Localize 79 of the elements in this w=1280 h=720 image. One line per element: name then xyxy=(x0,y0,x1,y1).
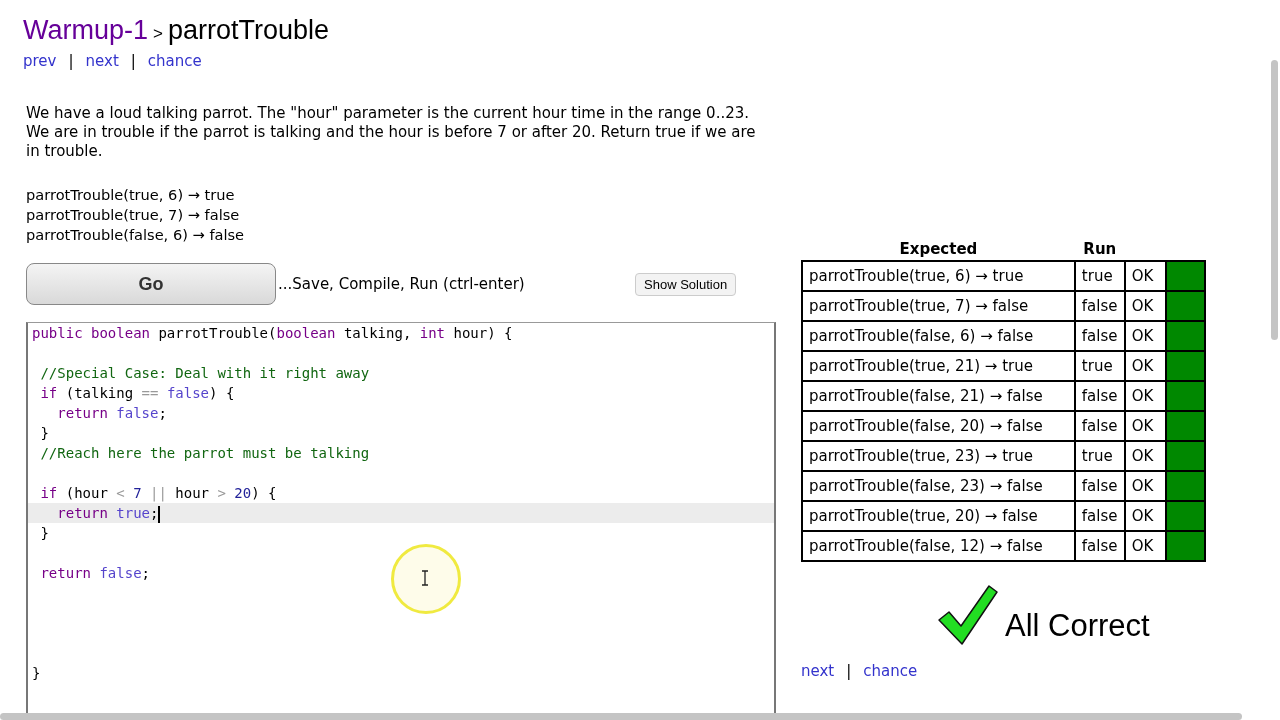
table-cell: parrotTrouble(false, 20) → false xyxy=(802,411,1075,441)
nav-link[interactable]: prev xyxy=(23,50,57,72)
code-token: (hour xyxy=(64,485,109,501)
code-token: ; xyxy=(158,405,167,421)
code-token: if xyxy=(39,385,58,401)
text-cursor-icon xyxy=(421,570,429,586)
code-token: int xyxy=(419,325,446,341)
nav-separator: | xyxy=(68,51,74,72)
example-line: parrotTrouble(true, 6) → true xyxy=(26,185,236,205)
code-token: } xyxy=(39,525,49,541)
code-token: == xyxy=(141,385,159,401)
code-token: false xyxy=(115,405,159,421)
code-token: } xyxy=(32,665,41,681)
example-line: parrotTrouble(true, 7) → false xyxy=(26,205,241,225)
code-token: return xyxy=(56,505,108,521)
nav-separator: | xyxy=(130,51,136,72)
example-line: parrotTrouble(false, 6) → false xyxy=(26,225,246,245)
table-cell: parrotTrouble(false, 6) → false xyxy=(802,321,1075,351)
code-token: return xyxy=(56,405,108,421)
go-hint: ...Save, Compile, Run (ctrl-enter) xyxy=(278,275,526,293)
table-cell: true xyxy=(1074,261,1125,291)
code-token: //Reach here the parrot must be talking xyxy=(39,445,370,461)
nav-link[interactable]: next xyxy=(801,660,835,682)
breadcrumb-separator: > xyxy=(153,24,163,43)
code-token: ; xyxy=(150,505,159,521)
table-cell: false xyxy=(1074,471,1125,501)
code-token: talking, xyxy=(342,325,413,341)
code-token: false xyxy=(165,385,210,401)
scrollbar[interactable] xyxy=(1271,60,1278,340)
code-token: ) { xyxy=(209,385,235,401)
section-link[interactable]: Warmup-1 xyxy=(23,15,149,45)
code-token: boolean xyxy=(90,325,150,341)
table-cell: parrotTrouble(true, 21) → true xyxy=(802,351,1075,381)
problem-title: parrotTrouble xyxy=(167,15,330,45)
code-token: hour) { xyxy=(452,325,513,341)
code-token: true xyxy=(115,505,150,521)
code-token: 20 xyxy=(233,485,252,501)
table-cell: parrotTrouble(true, 23) → true xyxy=(802,441,1075,471)
problem-description: We have a loud talking parrot. The "hour" parameter is the current hour time in the range 0..23. We are in trouble if the parrot is talking and the hour is before 7 or after 20. Return true if we are in trouble. xyxy=(26,104,757,161)
code-token: //Special Case: Deal with it right away xyxy=(39,365,370,381)
code-token: if xyxy=(39,485,58,501)
code-token: > xyxy=(217,485,226,501)
table-cell: parrotTrouble(true, 7) → false xyxy=(802,291,1075,321)
code-token: ; xyxy=(141,565,151,581)
nav-link[interactable]: chance xyxy=(863,660,918,682)
code-token: || xyxy=(149,485,167,501)
code-token: return xyxy=(39,565,91,581)
table-cell: parrotTrouble(false, 12) → false xyxy=(802,531,1075,561)
code-token: } xyxy=(39,425,49,441)
table-cell: false xyxy=(1074,531,1125,561)
table-cell: false xyxy=(1074,381,1125,411)
table-cell: false xyxy=(1074,501,1125,531)
verdict-text: All Correct xyxy=(1005,608,1150,644)
code-token: (talking xyxy=(64,385,135,401)
go-button[interactable]: Go xyxy=(26,263,276,305)
code-token: boolean xyxy=(276,325,336,341)
code-token: parrotTrouble( xyxy=(157,325,277,341)
table-cell: false xyxy=(1074,321,1125,351)
table-cell: parrotTrouble(false, 21) → false xyxy=(802,381,1075,411)
column-header: Expected xyxy=(802,238,1075,261)
code-token: < xyxy=(116,485,125,501)
table-cell: false xyxy=(1074,291,1125,321)
column-header: Run xyxy=(1074,238,1125,261)
code-token: public xyxy=(32,325,83,341)
nav-link[interactable]: chance xyxy=(147,50,202,72)
table-cell: false xyxy=(1074,411,1125,441)
table-cell: true xyxy=(1074,441,1125,471)
code-token: false xyxy=(98,565,142,581)
show-solution-button[interactable]: Show Solution xyxy=(635,272,737,296)
code-token: ) { xyxy=(251,485,277,501)
table-cell: true xyxy=(1074,351,1125,381)
code-token: 7 xyxy=(132,485,142,501)
table-cell: parrotTrouble(false, 23) → false xyxy=(802,471,1075,501)
scrollbar[interactable] xyxy=(0,713,1242,720)
code-token: hour xyxy=(174,485,211,501)
table-cell: parrotTrouble(true, 6) → true xyxy=(802,261,1075,291)
table-cell: parrotTrouble(true, 20) → false xyxy=(802,501,1075,531)
nav-link[interactable]: next xyxy=(85,50,119,72)
nav-separator: | xyxy=(846,661,852,682)
